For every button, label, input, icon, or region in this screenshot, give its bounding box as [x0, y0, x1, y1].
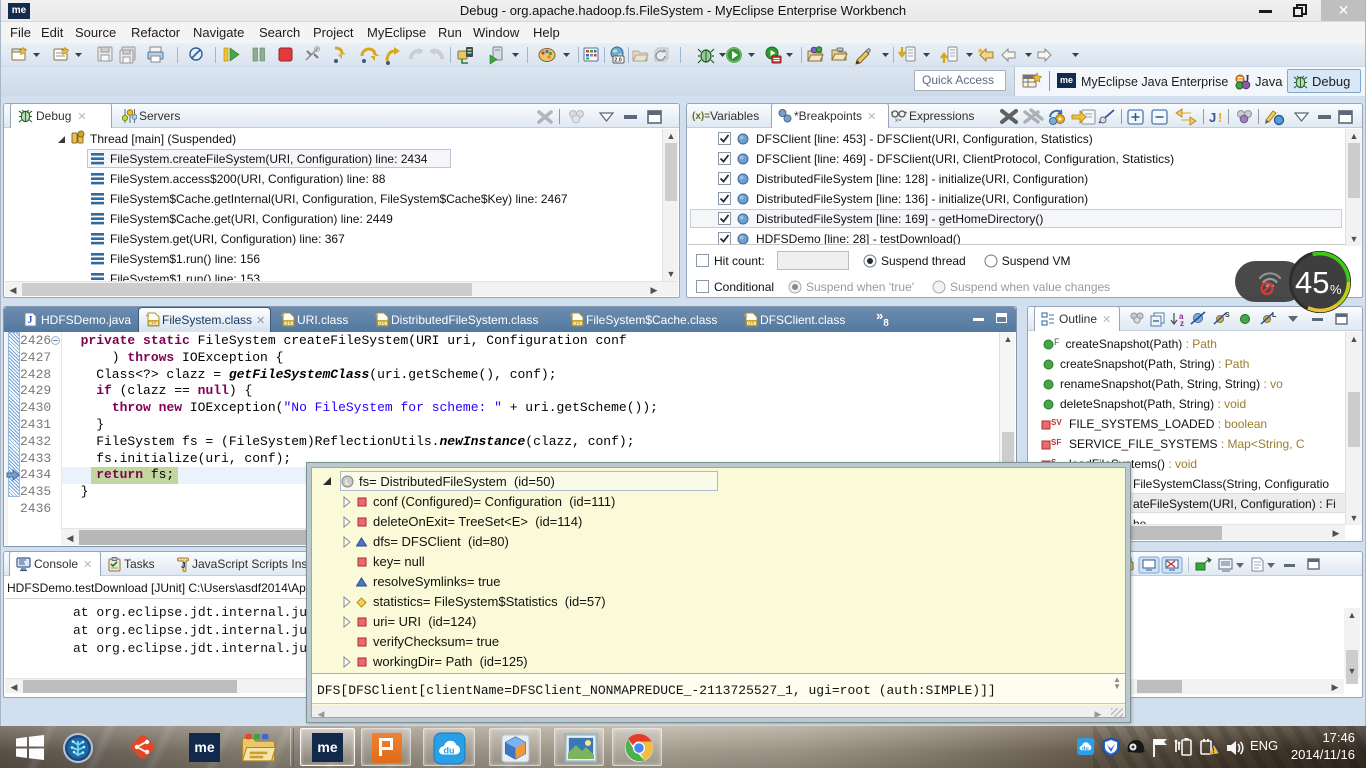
- svg-text:J: J: [28, 315, 33, 326]
- svg-text:J: J: [1244, 73, 1250, 85]
- svg-text:du: du: [1082, 746, 1089, 752]
- svg-text:L: L: [345, 478, 350, 487]
- svg-text:010: 010: [149, 321, 158, 327]
- svg-text:010: 010: [747, 321, 756, 327]
- svg-text:%: %: [1330, 282, 1342, 297]
- svg-text:010: 010: [573, 321, 582, 327]
- svg-text:010: 010: [378, 321, 387, 327]
- svg-text:SF: SF: [1051, 438, 1061, 447]
- svg-text:SV: SV: [1051, 418, 1062, 427]
- svg-text:45: 45: [1295, 265, 1329, 300]
- svg-text:2.0: 2.0: [614, 58, 622, 64]
- svg-text:J: J: [1209, 110, 1216, 125]
- svg-text:du: du: [444, 746, 455, 756]
- svg-text:!: !: [1218, 110, 1222, 125]
- svg-text:!: !: [1212, 748, 1214, 755]
- svg-text:010: 010: [284, 321, 293, 327]
- svg-text:S: S: [1225, 312, 1230, 319]
- svg-text:J: J: [181, 561, 185, 570]
- svg-text:x=: x=: [895, 118, 902, 123]
- svg-text:z: z: [1180, 319, 1184, 328]
